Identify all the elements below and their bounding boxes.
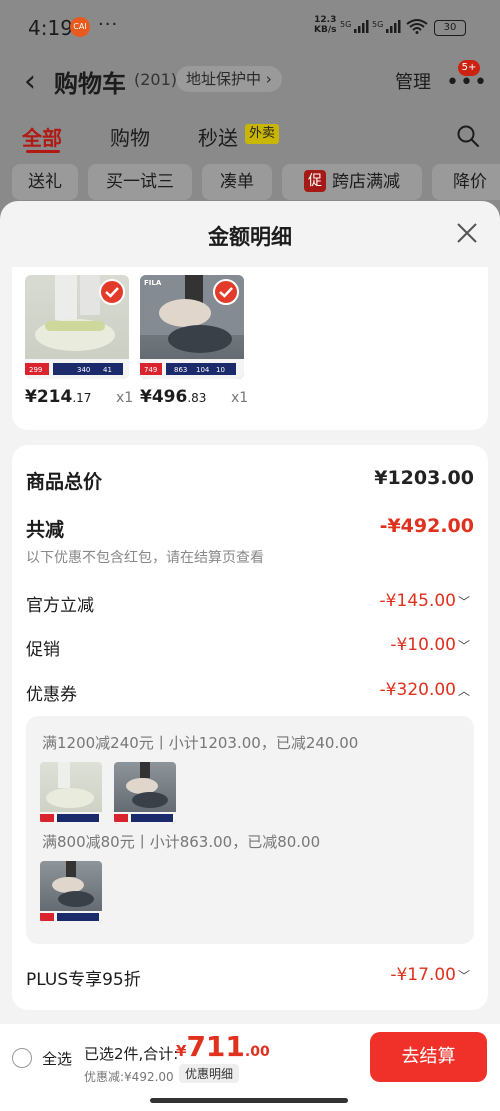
official-discount-row[interactable]: -¥145.00 ﹀: [380, 591, 470, 611]
svg-text:5G: 5G: [340, 20, 351, 29]
app-notification-icon: CAI: [70, 17, 90, 37]
total-amount: ¥711.00: [176, 1030, 270, 1063]
chevron-down-icon: ﹀: [457, 595, 470, 609]
checkout-button[interactable]: 去结算: [370, 1032, 487, 1082]
chip-bundle[interactable]: 凑单: [202, 164, 272, 200]
chevron-up-icon: ︿: [457, 684, 470, 698]
close-icon[interactable]: [455, 221, 479, 245]
chip-gift[interactable]: 送礼: [12, 164, 78, 200]
products-card: 299 340 41 ¥214.17 x1 FILA 749 863 104 1: [12, 267, 488, 430]
svg-text:5G: 5G: [372, 20, 383, 29]
cart-tabs: 全部 购物 秒送 外卖: [0, 118, 500, 158]
sheet-title: 金额明细: [208, 225, 292, 249]
status-bar: 4:19 CAI ··· 12.3 KB/s 5G 5G 30: [0, 0, 500, 56]
discount-detail-button[interactable]: 优惠明细: [179, 1064, 240, 1083]
active-tab-indicator: [26, 150, 60, 153]
cart-header: ‹ 购物车 (201) 地址保护中 › 管理 ••• 5+: [0, 56, 500, 106]
select-all-radio[interactable]: [12, 1048, 32, 1068]
item-price: ¥496.83: [140, 387, 207, 407]
promotion-row[interactable]: -¥10.00 ﹀: [390, 635, 470, 655]
coupon-row[interactable]: -¥320.00 ︿: [380, 680, 470, 700]
cart-count: (201): [134, 70, 178, 89]
total-reduction-label: 共减: [26, 519, 65, 541]
coupon-product-thumb: [114, 762, 176, 824]
chevron-down-icon: ﹀: [457, 639, 470, 653]
clock: 4:19: [28, 16, 73, 40]
select-all-label[interactable]: 全选: [42, 1048, 72, 1069]
chevron-down-icon: ﹀: [457, 969, 470, 983]
chip-buy-one-try-three[interactable]: 买一试三: [88, 164, 192, 200]
total-reduction-value: -¥492.00: [379, 515, 474, 537]
coupon-label: 优惠券: [26, 685, 77, 705]
manage-button[interactable]: 管理: [395, 68, 431, 94]
coupon-product-thumb: [40, 762, 102, 824]
plus-discount-row[interactable]: -¥17.00 ﹀: [390, 965, 470, 985]
tab-shopping[interactable]: 购物: [110, 122, 150, 151]
chip-price-drop[interactable]: 降价: [432, 164, 500, 200]
official-discount-label: 官方立减: [26, 596, 94, 616]
item-quantity: x1: [231, 390, 249, 406]
total-price-value: ¥1203.00: [374, 467, 474, 489]
home-indicator[interactable]: [150, 1098, 348, 1103]
reduction-note: 以下优惠不包含红包，请在结算页查看: [26, 550, 264, 566]
message-badge: 5+: [458, 60, 480, 76]
signal-icon-2: 5G: [372, 20, 401, 33]
item-price: ¥214.17: [25, 387, 92, 407]
tab-instant-delivery[interactable]: 秒送: [198, 122, 238, 151]
promotion-label: 促销: [26, 640, 60, 660]
coupon-rule-2: 满800减80元丨小计863.00，已减80.00: [42, 833, 321, 851]
total-price-label: 商品总价: [26, 471, 103, 493]
plus-discount-label: PLUS专享95折: [26, 970, 141, 990]
price-summary-card: 商品总价 ¥1203.00 共减 -¥492.00 以下优惠不包含红包，请在结算…: [12, 445, 488, 1010]
back-button[interactable]: ‹: [24, 64, 36, 99]
battery-icon: 30: [434, 20, 466, 36]
selected-check-icon[interactable]: [99, 279, 125, 305]
signal-icon: 5G: [340, 20, 369, 33]
coupon-rule-1: 满1200减240元丨小计1203.00，已减240.00: [42, 734, 359, 752]
wifi-icon: [406, 19, 428, 34]
promo-icon: 促: [304, 170, 326, 192]
coupon-product-thumb: [40, 861, 102, 923]
page-title: 购物车: [54, 70, 126, 98]
more-notifications-icon: ···: [98, 14, 119, 35]
address-protection-chip[interactable]: 地址保护中 ›: [176, 66, 282, 92]
chip-label: 跨店满减: [332, 172, 400, 192]
item-quantity: x1: [116, 390, 134, 406]
discount-amount: 优惠减:¥492.00: [84, 1070, 174, 1084]
selected-count: 已选2件,合计:: [84, 1045, 179, 1063]
network-speed: 12.3 KB/s: [314, 15, 337, 35]
search-icon[interactable]: [456, 124, 480, 148]
selected-check-icon[interactable]: [213, 279, 239, 305]
coupon-detail-box: 满1200减240元丨小计1203.00，已减240.00 满800减80元丨小…: [26, 716, 474, 944]
filter-chips: 送礼 买一试三 凑单 促跨店满减 降价: [0, 162, 500, 206]
chip-cross-store-discount[interactable]: 促跨店满减: [282, 164, 422, 200]
tab-all[interactable]: 全部: [22, 122, 62, 151]
takeout-badge: 外卖: [245, 124, 280, 144]
amount-detail-sheet: 金额明细 299 340 41 ¥214.17 x1 FILA 749 863 …: [0, 201, 500, 1111]
